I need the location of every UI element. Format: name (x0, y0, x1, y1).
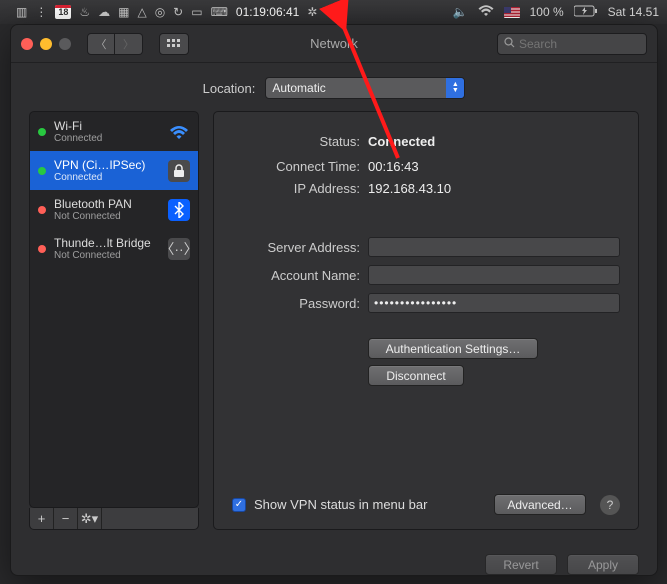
chevron-updown-icon: ▲▼ (446, 78, 464, 98)
fan-icon[interactable]: ✲ (307, 5, 317, 19)
remove-service-button[interactable]: − (54, 508, 78, 529)
account-name-label: Account Name: (232, 268, 360, 283)
service-row-wifi[interactable]: Wi-FiConnected (30, 112, 198, 151)
password-input[interactable] (368, 293, 620, 313)
back-button[interactable]: 〈 (87, 33, 115, 55)
advanced-button[interactable]: Advanced… (494, 494, 586, 515)
password-label: Password: (232, 296, 360, 311)
status-dot (38, 167, 46, 175)
battery-percentage: 100 % (530, 5, 564, 19)
grid-icon[interactable]: ▦ (118, 5, 129, 19)
triangle-icon[interactable]: △ (137, 5, 146, 19)
input-flag-icon[interactable] (504, 7, 520, 18)
volume-icon[interactable]: 🔈 (453, 5, 468, 19)
service-name: Thunde…lt Bridge (54, 236, 160, 250)
services-list: Wi-FiConnected VPN (Ci…IPSec)Connected B… (29, 111, 199, 508)
service-row-bluetooth[interactable]: Bluetooth PANNot Connected (30, 190, 198, 229)
service-name: Wi-Fi (54, 119, 160, 133)
status-dot (38, 245, 46, 253)
service-status: Not Connected (54, 250, 160, 261)
location-row: Location: Automatic ▲▼ (11, 63, 657, 111)
ip-label: IP Address: (232, 181, 360, 196)
zoom-button[interactable] (59, 38, 71, 50)
sidebar-controls: + − ✲▾ (29, 508, 199, 530)
add-service-button[interactable]: + (30, 508, 54, 529)
close-button[interactable] (21, 38, 33, 50)
server-address-input[interactable] (368, 237, 620, 257)
service-row-vpn[interactable]: VPN (Ci…IPSec)Connected (30, 151, 198, 190)
status-label: Status: (232, 134, 360, 149)
status-dot (38, 128, 46, 136)
status-value: Connected (368, 134, 620, 149)
network-icon[interactable]: ◎ (155, 5, 165, 19)
battery-icon[interactable] (574, 5, 598, 20)
service-status: Not Connected (54, 211, 160, 222)
server-address-label: Server Address: (232, 240, 360, 255)
forward-button[interactable]: 〉 (115, 33, 143, 55)
lock-icon (168, 160, 190, 182)
bluetooth-icon (168, 199, 190, 221)
flame-icon[interactable]: ♨ (79, 5, 90, 19)
service-status: Connected (54, 172, 160, 183)
battery-left-icon[interactable]: ▥ (16, 5, 27, 19)
service-row-thunderbolt[interactable]: Thunde…lt BridgeNot Connected 〈··〉 (30, 229, 198, 268)
search-field[interactable] (497, 33, 647, 55)
wifi-icon (168, 121, 190, 143)
service-name: Bluetooth PAN (54, 197, 160, 211)
traffic-lights (21, 38, 71, 50)
menubar-clock[interactable]: Sat 14.51 (608, 5, 659, 19)
disconnect-button[interactable]: Disconnect (368, 365, 464, 386)
services-sidebar: Wi-FiConnected VPN (Ci…IPSec)Connected B… (29, 111, 199, 530)
display-icon[interactable]: ▭ (191, 5, 202, 19)
menubar-icon[interactable]: ⋮ (35, 5, 47, 19)
calendar-icon[interactable]: 18 (55, 5, 71, 19)
service-detail-panel: Status: Connected Connect Time: 00:16:43 I… (213, 111, 639, 530)
show-vpn-status-checkbox[interactable]: ✓ (232, 498, 246, 512)
location-select[interactable]: Automatic ▲▼ (265, 77, 465, 99)
connect-time-value: 00:16:43 (368, 159, 620, 174)
thunderbolt-icon: 〈··〉 (168, 238, 190, 260)
location-label: Location: (203, 81, 256, 96)
keyboard-icon[interactable]: ⌨ (211, 5, 228, 19)
revert-button[interactable]: Revert (485, 554, 557, 575)
help-button[interactable]: ? (600, 495, 620, 515)
show-vpn-status-label: Show VPN status in menu bar (254, 497, 427, 512)
location-value: Automatic (272, 81, 325, 95)
show-all-button[interactable] (159, 33, 189, 55)
search-input[interactable] (519, 37, 640, 51)
clock-icon[interactable]: ↻ (173, 5, 183, 19)
cloud-icon[interactable]: ☁ (98, 5, 110, 19)
window-title: Network (310, 36, 358, 51)
macos-menubar: ▥ ⋮ 18 ♨ ☁ ▦ △ ◎ ↻ ▭ ⌨ 01:19:06:41 ✲ 🔈 1… (0, 0, 667, 24)
window-action-row: Revert Apply (11, 544, 657, 575)
status-dot (38, 206, 46, 214)
authentication-settings-button[interactable]: Authentication Settings… (368, 338, 538, 359)
window-titlebar: 〈 〉 Network (11, 25, 657, 63)
wifi-icon[interactable] (478, 5, 494, 20)
service-status: Connected (54, 133, 160, 144)
ip-value: 192.168.43.10 (368, 181, 620, 196)
minimize-button[interactable] (40, 38, 52, 50)
search-icon (504, 37, 515, 51)
service-actions-button[interactable]: ✲▾ (78, 508, 102, 529)
nav-buttons: 〈 〉 (87, 33, 143, 55)
apply-button[interactable]: Apply (567, 554, 639, 575)
vpn-timer[interactable]: 01:19:06:41 (236, 5, 299, 19)
connect-time-label: Connect Time: (232, 159, 360, 174)
calendar-day: 18 (58, 7, 68, 17)
network-preferences-window: 〈 〉 Network Location: Automatic ▲▼ Wi-Fi… (10, 24, 658, 576)
account-name-input[interactable] (368, 265, 620, 285)
service-name: VPN (Ci…IPSec) (54, 158, 160, 172)
